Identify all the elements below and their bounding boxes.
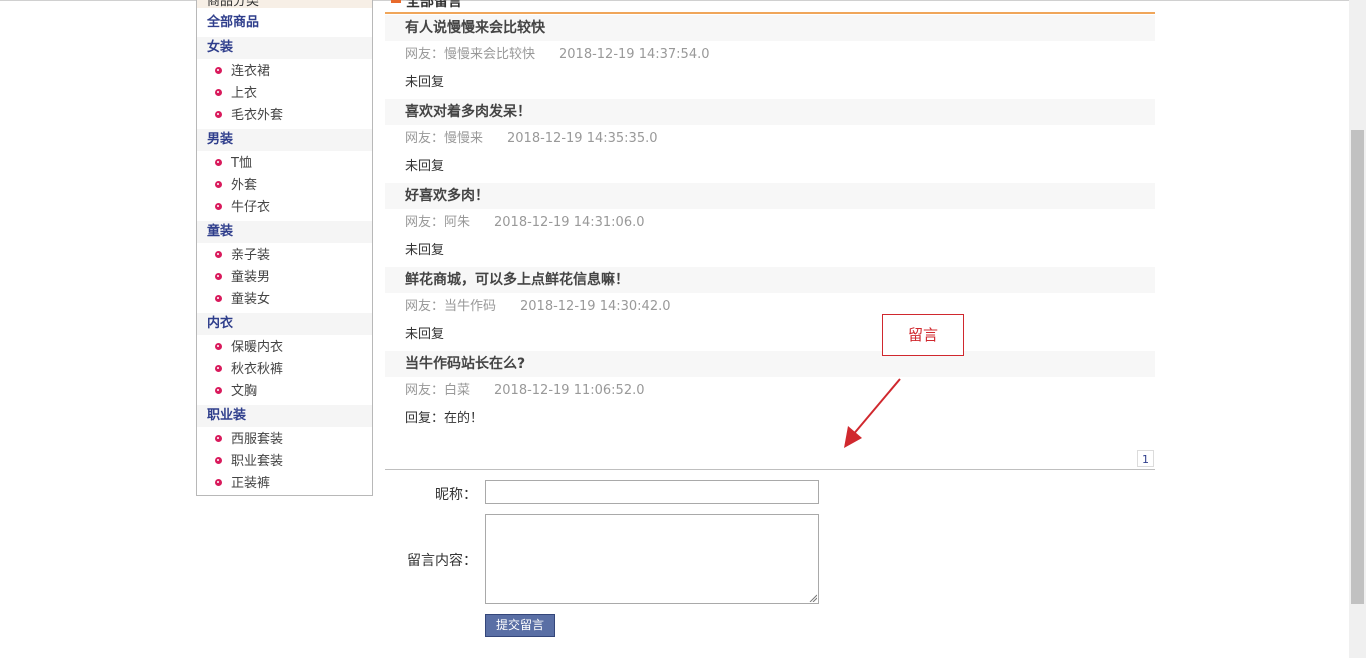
sidebar-item-label: 牛仔衣 — [231, 200, 271, 215]
sidebar-item-girls[interactable]: 童装女 — [215, 289, 270, 311]
bullet-icon — [215, 457, 222, 464]
bullet-icon — [215, 273, 222, 280]
message-meta: 网友：白菜 2018-12-19 11:06:52.0 — [405, 380, 645, 402]
sidebar-item-family[interactable]: 亲子装 — [215, 245, 270, 267]
sidebar-item-label: 西服套装 — [231, 432, 284, 447]
bullet-icon — [215, 159, 222, 166]
pagination-page-1[interactable]: 1 — [1137, 450, 1154, 467]
message-title: 鲜花商城，可以多上点鲜花信息嘛！ — [385, 267, 1155, 293]
sidebar-item-trousers[interactable]: 正装裤 — [215, 473, 270, 495]
message-reply: 未回复 — [405, 75, 445, 90]
message-author: 网友：慢慢来 — [405, 131, 484, 146]
message-meta: 网友：慢慢来会比较快 2018-12-19 14:37:54.0 — [405, 44, 710, 66]
message-reply: 未回复 — [405, 159, 445, 174]
submit-message-button[interactable]: 提交留言 — [485, 614, 555, 637]
message-reply: 回复：在的！ — [405, 411, 484, 426]
sidebar-category-women[interactable]: 女装 — [197, 37, 372, 59]
sidebar-item-label: 保暖内衣 — [231, 340, 284, 355]
content-label: 留言内容： — [407, 553, 477, 569]
sidebar-item-office-set[interactable]: 职业套装 — [215, 451, 283, 473]
sidebar-category-kids[interactable]: 童装 — [197, 221, 372, 243]
sidebar-all-products[interactable]: 全部商品 — [197, 12, 372, 34]
message-time: 2018-12-19 14:35:35.0 — [507, 131, 658, 146]
bullet-icon — [215, 387, 222, 394]
bullet-icon — [215, 435, 222, 442]
message-author: 网友：慢慢来会比较快 — [405, 47, 536, 62]
message-title: 有人说慢慢来会比较快 — [385, 15, 1155, 41]
bullet-icon — [215, 343, 222, 350]
message-meta: 网友：慢慢来 2018-12-19 14:35:35.0 — [405, 128, 658, 150]
sidebar-item-label: 童装女 — [231, 292, 271, 307]
sidebar-item-label: 亲子装 — [231, 248, 271, 263]
sidebar-item-label: 连衣裙 — [231, 64, 271, 79]
bullet-icon — [215, 295, 222, 302]
sidebar-title: 商品分类 — [207, 0, 260, 9]
sidebar-item-thermal[interactable]: 保暖内衣 — [215, 337, 283, 359]
scrollbar-thumb[interactable] — [1351, 130, 1364, 604]
sidebar-item-label: 外套 — [231, 178, 258, 193]
sidebar-item-jacket[interactable]: 外套 — [215, 175, 257, 197]
message-time: 2018-12-19 14:30:42.0 — [520, 299, 671, 314]
section-divider — [385, 12, 1155, 14]
sidebar-item-label: 上衣 — [231, 86, 258, 101]
nickname-label: 昵称： — [435, 487, 477, 503]
bullet-icon — [215, 365, 222, 372]
annotation-arrow-icon — [844, 378, 901, 448]
sidebar-item-denim[interactable]: 牛仔衣 — [215, 197, 270, 219]
sidebar-item-label: 文胸 — [231, 384, 258, 399]
sidebar-item-suit[interactable]: 西服套装 — [215, 429, 283, 451]
resize-grip-icon[interactable] — [809, 594, 817, 602]
sidebar-item-label: 正装裤 — [231, 476, 271, 491]
sidebar-category-men[interactable]: 男装 — [197, 129, 372, 151]
sidebar-item-label: 毛衣外套 — [231, 108, 284, 123]
bullet-icon — [215, 479, 222, 486]
sidebar-category-workwear[interactable]: 职业装 — [197, 405, 372, 427]
section-marker-icon — [391, 0, 401, 3]
bullet-icon — [215, 203, 222, 210]
form-divider — [385, 469, 1155, 470]
nickname-field[interactable] — [485, 480, 819, 504]
bullet-icon — [215, 181, 222, 188]
annotation-label: 留言 — [882, 314, 964, 356]
message-author: 网友：当牛作码 — [405, 299, 497, 314]
sidebar-item-label: 童装男 — [231, 270, 271, 285]
bullet-icon — [215, 89, 222, 96]
bullet-icon — [215, 251, 222, 258]
sidebar-item-tshirt[interactable]: T恤 — [215, 153, 252, 175]
sidebar-item-label: 秋衣秋裤 — [231, 362, 284, 377]
sidebar-item-boys[interactable]: 童装男 — [215, 267, 270, 289]
message-reply: 未回复 — [405, 327, 445, 342]
message-author: 网友：白菜 — [405, 383, 471, 398]
message-title: 当牛作码站长在么? — [385, 351, 1155, 377]
bullet-icon — [215, 67, 222, 74]
message-time: 2018-12-19 11:06:52.0 — [494, 383, 645, 398]
section-heading: 全部留言 — [406, 0, 462, 10]
sidebar-item-longjohns[interactable]: 秋衣秋裤 — [215, 359, 283, 381]
message-meta: 网友：当牛作码 2018-12-19 14:30:42.0 — [405, 296, 671, 318]
message-reply: 未回复 — [405, 243, 445, 258]
category-sidebar: 商品分类 全部商品 女装 连衣裙 上衣 毛衣外套 男装 T恤 外套 牛仔衣 童装… — [196, 0, 373, 496]
message-author: 网友：阿朱 — [405, 215, 471, 230]
sidebar-item-bra[interactable]: 文胸 — [215, 381, 257, 403]
message-time: 2018-12-19 14:37:54.0 — [559, 47, 710, 62]
message-time: 2018-12-19 14:31:06.0 — [494, 215, 645, 230]
sidebar-category-underwear[interactable]: 内衣 — [197, 313, 372, 335]
sidebar-item-label: 职业套装 — [231, 454, 284, 469]
message-title: 喜欢对着多肉发呆！ — [385, 99, 1155, 125]
sidebar-item-sweater[interactable]: 毛衣外套 — [215, 105, 283, 127]
message-content-textarea[interactable] — [485, 514, 819, 604]
sidebar-item-tops[interactable]: 上衣 — [215, 83, 257, 105]
message-title: 好喜欢多肉！ — [385, 183, 1155, 209]
message-meta: 网友：阿朱 2018-12-19 14:31:06.0 — [405, 212, 645, 234]
sidebar-header: 商品分类 — [197, 0, 372, 9]
bullet-icon — [215, 111, 222, 118]
sidebar-item-label: T恤 — [231, 156, 252, 171]
sidebar-item-dress[interactable]: 连衣裙 — [215, 61, 270, 83]
